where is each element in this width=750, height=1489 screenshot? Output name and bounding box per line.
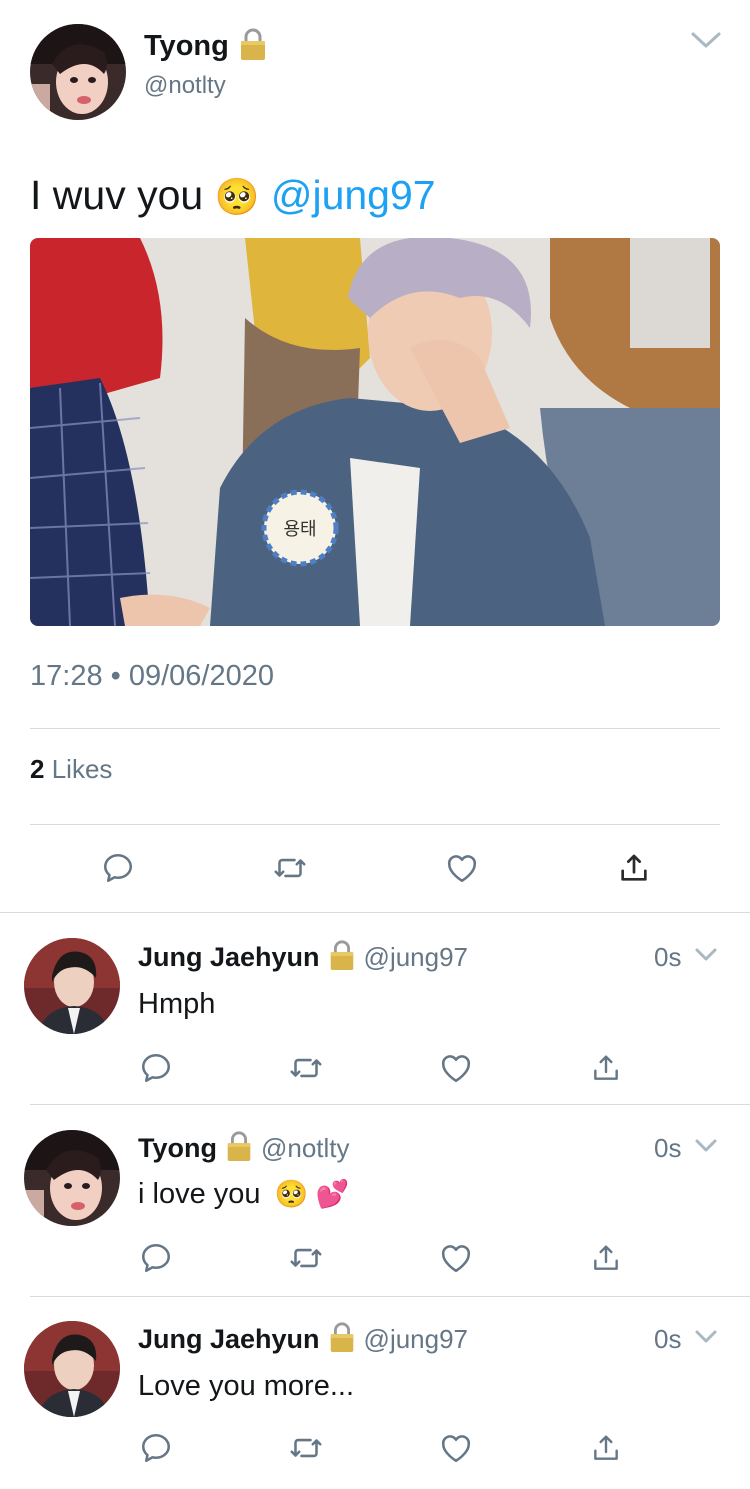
heart-icon[interactable] <box>440 848 484 888</box>
reply-text: i love you 🥺 💕 <box>138 1178 349 1211</box>
share-icon[interactable] <box>584 1428 628 1468</box>
reply-body: Hmph <box>138 988 216 1020</box>
share-icon[interactable] <box>612 848 656 888</box>
author-name[interactable]: Jung Jaehyun <box>138 942 320 973</box>
author-handle[interactable]: @notlty <box>261 1133 350 1164</box>
chevron-down-icon[interactable] <box>690 30 722 50</box>
emoji: 🥺 💕 <box>274 1179 350 1209</box>
heart-icon[interactable] <box>434 1238 478 1278</box>
divider <box>0 912 750 913</box>
lock-icon <box>328 939 356 976</box>
retweet-icon[interactable] <box>284 1048 328 1088</box>
reply-icon[interactable] <box>96 848 140 888</box>
tweet-text: I wuv you 🥺 @jung97 <box>30 172 436 219</box>
reply-body: Love you more... <box>138 1370 354 1402</box>
likes-summary[interactable]: 2 Likes <box>30 754 112 785</box>
reply-icon[interactable] <box>134 1238 178 1278</box>
share-icon[interactable] <box>584 1238 628 1278</box>
retweet-icon[interactable] <box>284 1238 328 1278</box>
reply-time[interactable]: 0s <box>654 1324 681 1355</box>
reply-body: i love you <box>138 1178 261 1210</box>
likes-label: Likes <box>51 754 113 784</box>
lock-icon <box>225 1130 253 1167</box>
reply-time[interactable]: 0s <box>654 942 681 973</box>
retweet-icon[interactable] <box>268 848 312 888</box>
author-handle[interactable]: @jung97 <box>364 942 468 973</box>
mention-link[interactable]: @jung97 <box>271 172 436 218</box>
heart-icon[interactable] <box>434 1048 478 1088</box>
retweet-icon[interactable] <box>284 1428 328 1468</box>
avatar[interactable] <box>24 1130 120 1226</box>
likes-count: 2 <box>30 754 45 784</box>
reply-text: Hmph <box>138 988 215 1021</box>
divider <box>30 1104 750 1105</box>
reply-icon[interactable] <box>134 1048 178 1088</box>
divider <box>30 1296 750 1297</box>
avatar[interactable] <box>30 24 126 120</box>
reply-time[interactable]: 0s <box>654 1133 681 1164</box>
lock-icon <box>328 1321 356 1358</box>
reply-text: Love you more... <box>138 1370 354 1403</box>
tweet-timestamp[interactable]: 17:28 • 09/06/2020 <box>30 660 274 693</box>
pleading-emoji: 🥺 <box>214 176 260 217</box>
author-name[interactable]: Jung Jaehyun <box>138 1324 320 1355</box>
divider <box>30 824 720 825</box>
author-name[interactable]: Tyong <box>138 1133 217 1164</box>
divider <box>30 728 720 729</box>
chevron-down-icon[interactable] <box>694 1329 718 1345</box>
svg-text:용태: 용태 <box>283 519 316 540</box>
tweet-body: I wuv you <box>30 172 204 218</box>
reply-icon[interactable] <box>134 1428 178 1468</box>
avatar[interactable] <box>24 938 120 1034</box>
heart-icon[interactable] <box>434 1428 478 1468</box>
chevron-down-icon[interactable] <box>694 1138 718 1154</box>
share-icon[interactable] <box>584 1048 628 1088</box>
lock-icon <box>239 27 267 66</box>
author-handle[interactable]: @notlty <box>144 72 226 100</box>
avatar[interactable] <box>24 1321 120 1417</box>
author-handle[interactable]: @jung97 <box>364 1324 468 1355</box>
chevron-down-icon[interactable] <box>694 947 718 963</box>
tweet-photo[interactable]: 용태 <box>30 238 720 626</box>
author-name[interactable]: Tyong <box>144 30 229 63</box>
